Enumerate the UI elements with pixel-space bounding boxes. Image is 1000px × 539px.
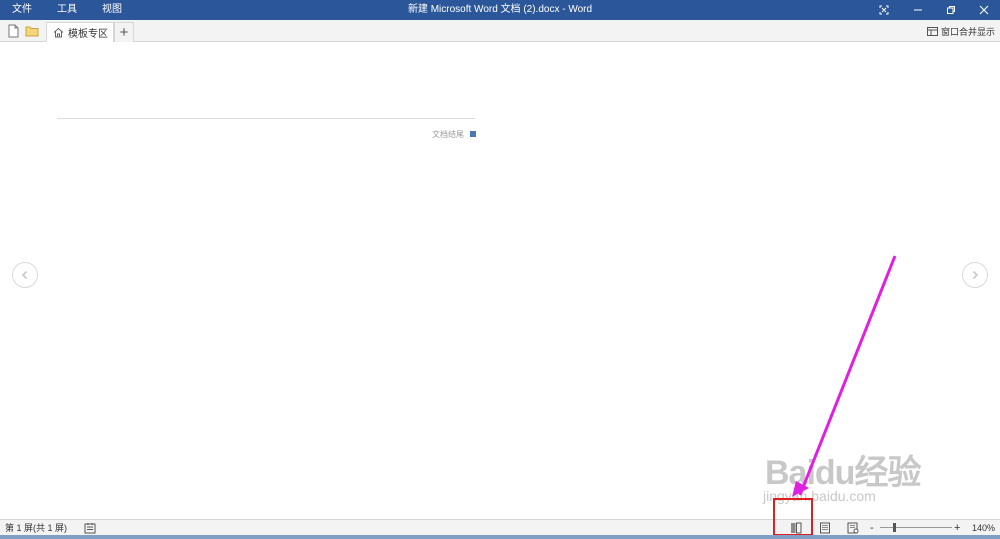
chevron-left-icon	[21, 270, 28, 280]
minimize-icon	[914, 9, 922, 11]
tab-label: 模板专区	[68, 29, 108, 40]
zoom-out-button[interactable]: -	[870, 520, 874, 536]
taskbar	[0, 535, 1000, 539]
fullscreen-icon	[879, 5, 889, 15]
reading-mode-button[interactable]	[789, 521, 803, 535]
status-bar: 第 1 屏(共 1 屏) - + 140%	[0, 519, 1000, 535]
zoom-level[interactable]: 140%	[972, 520, 995, 536]
window-title: 新建 Microsoft Word 文档 (2).docx - Word	[407, 4, 593, 15]
close-button[interactable]	[968, 0, 1000, 20]
page-info: 第 1 屏(共 1 屏)	[5, 523, 68, 533]
restore-button[interactable]	[935, 0, 967, 20]
restore-icon	[947, 6, 955, 14]
tab-bar: 模板专区 + 窗口合并显示	[0, 20, 1000, 42]
document-area[interactable]: 文档结尾	[0, 43, 1000, 519]
end-square-icon	[470, 131, 476, 137]
next-page-button[interactable]	[962, 262, 988, 288]
document-end-label: 文档结尾	[432, 129, 464, 139]
folder-icon[interactable]	[25, 24, 39, 38]
merge-label: 窗口合并显示	[940, 26, 995, 37]
tab-templates[interactable]: 模板专区	[46, 22, 114, 42]
minimize-button[interactable]	[902, 0, 934, 20]
word-count-icon[interactable]	[83, 521, 97, 535]
title-bar: 文件 工具 视图 新建 Microsoft Word 文档 (2).docx -…	[0, 0, 1000, 20]
close-icon	[979, 5, 989, 15]
prev-page-button[interactable]	[12, 262, 38, 288]
new-document-icon[interactable]	[6, 24, 20, 38]
web-view-icon	[847, 522, 859, 534]
document-end-marker: 文档结尾	[410, 127, 476, 141]
web-view-button[interactable]	[846, 521, 860, 535]
window-icon	[926, 26, 938, 36]
page-view-button[interactable]	[818, 521, 832, 535]
menu-view[interactable]: 视图	[98, 0, 126, 20]
page-view-icon	[820, 522, 830, 534]
zoom-slider-thumb[interactable]	[893, 523, 896, 532]
zoom-slider[interactable]	[880, 527, 952, 528]
merge-windows-button[interactable]: 窗口合并显示	[926, 20, 995, 42]
chevron-right-icon	[972, 270, 979, 280]
zoom-in-button[interactable]: +	[954, 520, 960, 536]
fullscreen-button[interactable]	[868, 0, 900, 20]
reading-mode-icon	[791, 522, 802, 534]
menu-tools[interactable]: 工具	[53, 0, 81, 20]
page-divider	[57, 118, 475, 119]
home-icon	[53, 27, 64, 38]
menu-file[interactable]: 文件	[8, 0, 36, 20]
add-tab-button[interactable]: +	[114, 22, 134, 42]
